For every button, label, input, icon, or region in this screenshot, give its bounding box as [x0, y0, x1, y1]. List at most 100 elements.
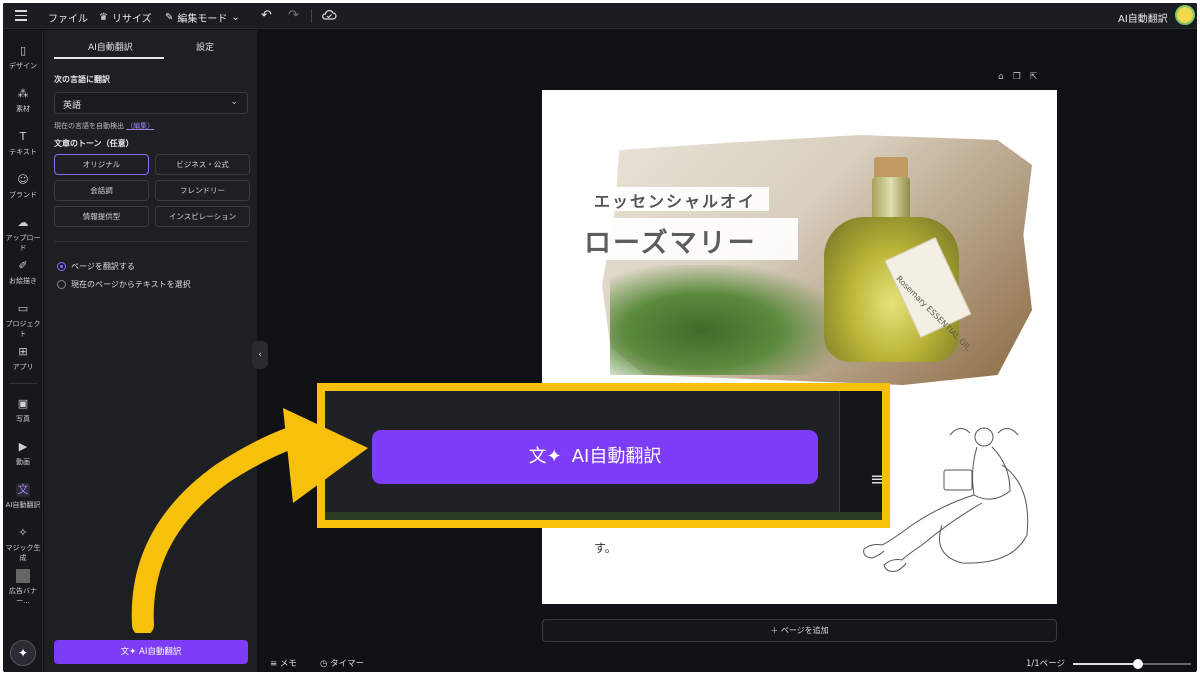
rosemary-sprigs	[610, 265, 840, 375]
design-icon: ▯	[19, 44, 27, 57]
radio-translate-page[interactable]: ページを翻訳する	[57, 261, 135, 272]
rail-item-text[interactable]: T テキスト	[3, 130, 43, 157]
ai-translate-button-label: AI自動翻訳	[139, 647, 182, 657]
detect-language-text: 現在の言語を自動検出 （編集）	[54, 121, 154, 131]
timer-icon: ◷	[320, 659, 328, 669]
rail-item-label: テキスト	[9, 148, 37, 156]
brand-icon: ☺	[17, 173, 29, 186]
folder-icon: ▭	[17, 302, 29, 315]
apps-icon: ⊞	[18, 345, 28, 358]
magic-sparkle-icon[interactable]: ✦	[10, 640, 36, 666]
rail-item-label: アップロード	[5, 234, 41, 252]
cloud-sync-icon[interactable]	[321, 8, 337, 22]
video-icon: ▶	[18, 440, 28, 453]
left-icon-rail: ▯ デザイン ⁂ 素材 T テキスト ☺ ブランド ☁ アップロード ✐ お絵描き ▭ プロジ…	[3, 30, 43, 672]
draw-icon: ✐	[18, 259, 28, 272]
chevron-down-icon: ⌄	[231, 12, 240, 23]
memo-button[interactable]: ≡ メモ	[270, 657, 297, 669]
tab-ai-translate[interactable]: AI自動翻訳	[88, 40, 133, 53]
zoom-slider-fill	[1073, 663, 1138, 665]
edit-mode-dropdown[interactable]: ✎ 編集モード ⌄	[165, 10, 240, 25]
translate-icon: 文✦	[528, 446, 562, 467]
collapse-panel-handle[interactable]: ‹	[252, 341, 268, 369]
screenshot-frame: ファイル ♛ リサイズ ✎ 編集モード ⌄ ↶ ↷ AI自動翻訳 ▯ デザイン ⁂ 素材 …	[0, 0, 1200, 675]
rail-item-label: AI自動翻訳	[5, 501, 41, 509]
rail-item-label: お絵描き	[9, 277, 37, 285]
page-count[interactable]: 1/1ページ	[1026, 657, 1065, 669]
bottom-bar: ≡ メモ ◷ タイマー 1/1ページ	[258, 653, 1197, 672]
add-page-button[interactable]: ＋ ページを追加	[542, 619, 1057, 642]
zoom-callout: ≡ 文✦ AI自動翻訳	[317, 383, 890, 528]
toolbar-divider	[311, 9, 312, 23]
tone-conversational-button[interactable]: 会話調	[54, 180, 149, 201]
file-menu-label: ファイル	[48, 14, 88, 25]
memo-label: メモ	[279, 659, 297, 669]
rail-item-projects[interactable]: ▭ プロジェクト	[3, 302, 43, 339]
page-tools: ⌂❐⇱	[998, 72, 1046, 82]
crown-icon: ♛	[99, 12, 108, 23]
rail-item-ai-translate[interactable]: 文 AI自動翻訳	[3, 483, 43, 510]
document-title[interactable]: AI自動翻訳	[1118, 10, 1168, 25]
title-line-1[interactable]: エッセンシャルオイ	[589, 187, 769, 211]
ai-translate-button-zoomed[interactable]: 文✦ AI自動翻訳	[372, 430, 818, 484]
language-select-value: 英語	[63, 101, 82, 111]
rail-item-brand[interactable]: ☺ ブランド	[3, 173, 43, 200]
chevron-down-icon: ⌄	[230, 97, 238, 107]
detect-edit-link[interactable]: （編集）	[126, 122, 154, 130]
zoom-slider[interactable]	[1073, 659, 1191, 669]
photo-icon: ▣	[17, 397, 29, 410]
rail-item-design[interactable]: ▯ デザイン	[3, 44, 43, 71]
language-select[interactable]: 英語 ⌄	[54, 92, 248, 114]
rail-item-ad-banner[interactable]: 広告バナー...	[3, 569, 43, 606]
editor-app: ファイル ♛ リサイズ ✎ 編集モード ⌄ ↶ ↷ AI自動翻訳 ▯ デザイン ⁂ 素材 …	[3, 3, 1197, 672]
rail-item-apps[interactable]: ⊞ アプリ	[3, 345, 43, 372]
rail-item-videos[interactable]: ▶ 動画	[3, 440, 43, 467]
rail-item-upload[interactable]: ☁ アップロード	[3, 216, 43, 253]
menu-icon[interactable]	[15, 10, 27, 22]
radio-select-text[interactable]: 現在のページからテキストを選択	[57, 279, 191, 290]
duplicate-icon[interactable]: ❐	[1013, 72, 1030, 82]
avatar[interactable]	[1175, 5, 1195, 25]
resize-button[interactable]: ♛ リサイズ	[99, 10, 152, 25]
callout-bottom-strip	[325, 512, 882, 520]
active-tab-indicator	[54, 57, 164, 59]
rosemary-photo[interactable]: Rosemary ESSENTIAL OIL	[602, 135, 1032, 385]
translate-to-label: 次の言語に翻訳	[54, 75, 110, 84]
timer-button[interactable]: ◷ タイマー	[320, 657, 364, 669]
add-page-icon[interactable]: ⇱	[1030, 72, 1047, 82]
notes-icon: ≡	[270, 659, 278, 669]
tone-friendly-button[interactable]: フレンドリー	[155, 180, 250, 201]
file-menu[interactable]: ファイル	[48, 10, 88, 25]
panel-divider	[54, 241, 248, 242]
radio-unselected-icon	[57, 280, 66, 289]
notes-icon: ≡	[870, 469, 886, 490]
tab-settings[interactable]: 設定	[196, 40, 214, 53]
tone-original-button[interactable]: オリジナル	[54, 154, 149, 175]
rail-item-label: 動画	[16, 458, 30, 466]
body-text[interactable]: す。	[594, 539, 617, 556]
lock-icon[interactable]: ⌂	[998, 72, 1013, 82]
callout-canvas-area: ≡	[840, 391, 886, 520]
upload-icon: ☁	[17, 216, 29, 229]
ai-translate-button[interactable]: 文✦ AI自動翻訳	[54, 640, 248, 664]
pencil-icon: ✎	[165, 12, 174, 23]
zoom-slider-handle[interactable]	[1132, 659, 1143, 669]
rail-item-magic-media[interactable]: ✧ マジック生成	[3, 526, 43, 563]
redo-icon[interactable]: ↷	[288, 8, 299, 23]
top-bar: ファイル ♛ リサイズ ✎ 編集モード ⌄ ↶ ↷ AI自動翻訳	[3, 3, 1197, 29]
tone-business-button[interactable]: ビジネス・公式	[155, 154, 250, 175]
magic-media-icon: ✧	[18, 526, 28, 539]
rail-item-label: プロジェクト	[5, 320, 41, 338]
tone-informative-button[interactable]: 情報提供型	[54, 206, 149, 227]
translate-icon: 文✦	[120, 647, 137, 657]
rail-item-label: マジック生成	[5, 544, 41, 562]
tone-inspiration-button[interactable]: インスピレーション	[155, 206, 250, 227]
title-line-2[interactable]: ローズマリー	[580, 218, 798, 260]
translate-icon: 文	[16, 483, 30, 497]
rail-item-draw[interactable]: ✐ お絵描き	[3, 259, 43, 286]
rail-item-elements[interactable]: ⁂ 素材	[3, 87, 43, 114]
undo-icon[interactable]: ↶	[261, 8, 272, 23]
ai-translate-button-zoomed-label: AI自動翻訳	[571, 446, 662, 467]
rail-item-photos[interactable]: ▣ 写真	[3, 397, 43, 424]
text-icon: T	[19, 130, 27, 143]
